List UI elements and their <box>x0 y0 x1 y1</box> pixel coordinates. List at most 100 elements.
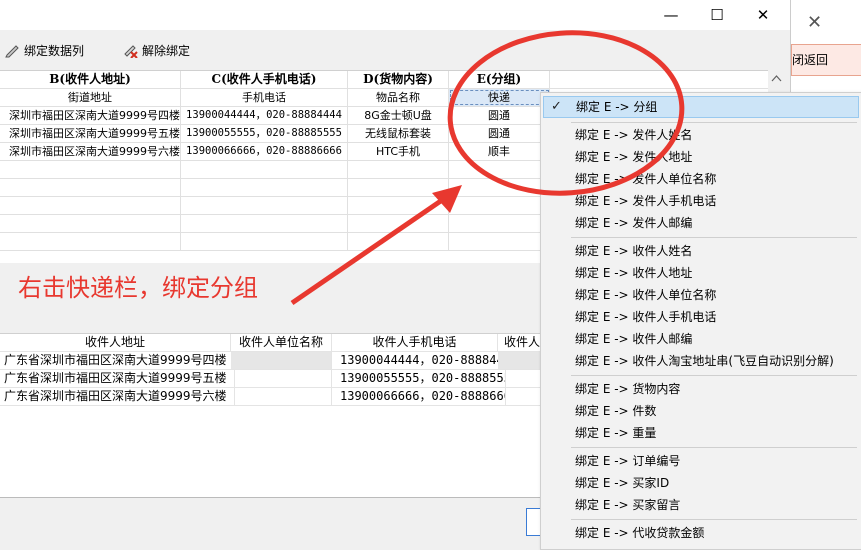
menu-separator <box>571 375 857 376</box>
menu-item-label: 绑定 E -> 件数 <box>575 404 657 418</box>
column-header-d[interactable]: D(货物内容) <box>348 71 449 88</box>
menu-item-label: 绑定 E -> 收件人手机电话 <box>575 310 717 324</box>
menu-item-label: 绑定 E -> 买家留言 <box>575 498 681 512</box>
goods-cell: HTC手机 <box>348 143 449 160</box>
bottom-panel <box>0 497 540 549</box>
menu-item-recipient-name[interactable]: 绑定 E -> 收件人姓名 <box>543 240 859 262</box>
pencil-icon <box>5 45 19 58</box>
binding-cell[interactable]: 物品名称 <box>348 89 449 106</box>
binding-cell[interactable]: 街道地址 <box>0 89 181 106</box>
recipient-grid[interactable]: 收件人地址 收件人单位名称 收件人手机电话 收件人 广东省深圳市福田区深南大道9… <box>0 333 547 498</box>
menu-item-label: 绑定 E -> 收件人邮编 <box>575 332 693 346</box>
menu-item-label: 绑定 E -> 收件人单位名称 <box>575 288 717 302</box>
phone-cell: 13900055555，020-88885555 <box>181 125 348 142</box>
unbind-icon <box>124 45 138 58</box>
phone-cell: 13900055555，020-88885555 <box>332 370 506 387</box>
menu-item-recipient-taobao-address[interactable]: 绑定 E -> 收件人淘宝地址串(飞豆自动识别分解) <box>543 350 859 372</box>
address-cell: 深圳市福田区深南大道9999号六楼 <box>0 143 181 160</box>
group-cell: 圆通 <box>449 107 550 124</box>
recipient-cell <box>498 388 541 405</box>
phone-cell: 13900044444，020-88884444 <box>181 107 348 124</box>
menu-item-sender-phone[interactable]: 绑定 E -> 发件人手机电话 <box>543 190 859 212</box>
minimize-icon[interactable]: — <box>648 0 694 30</box>
group-cell: 顺丰 <box>449 143 550 160</box>
bind-column-button[interactable]: 绑定数据列 <box>4 40 84 60</box>
annotation-text: 右击快递栏，绑定分组 <box>18 274 258 302</box>
menu-item-recipient-address[interactable]: 绑定 E -> 收件人地址 <box>543 262 859 284</box>
table-row[interactable]: 广东省深圳市福田区深南大道9999号五楼 13900055555，020-888… <box>0 370 541 388</box>
menu-item-group[interactable]: ✓ 绑定 E -> 分组 <box>543 96 859 118</box>
unbind-label: 解除绑定 <box>142 43 191 58</box>
address-cell: 深圳市福田区深南大道9999号五楼 <box>0 125 181 142</box>
address-cell: 广东省深圳市福田区深南大道9999号四楼 <box>0 352 235 369</box>
close-icon[interactable]: ✕ <box>807 12 822 33</box>
phone-cell: 13900044444，020-88884444 <box>332 352 506 369</box>
menu-item-label: 绑定 E -> 发件人单位名称 <box>575 172 717 186</box>
menu-item-sender-company[interactable]: 绑定 E -> 发件人单位名称 <box>543 168 859 190</box>
binding-cell[interactable]: 手机电话 <box>181 89 348 106</box>
menu-item-label: 绑定 E -> 收件人姓名 <box>575 244 693 258</box>
context-menu: ✓ 绑定 E -> 分组 绑定 E -> 发件人姓名 绑定 E -> 发件人地址… <box>540 92 861 550</box>
menu-item-quantity[interactable]: 绑定 E -> 件数 <box>543 400 859 422</box>
column-header-e[interactable]: E(分组) <box>449 71 550 88</box>
close-icon[interactable]: ✕ <box>740 0 786 30</box>
menu-item-label: 绑定 E -> 订单编号 <box>575 454 681 468</box>
toolbar: 绑定数据列 解除绑定 <box>0 30 790 70</box>
menu-item-label: 绑定 E -> 发件人姓名 <box>575 128 693 142</box>
menu-item-sender-name[interactable]: 绑定 E -> 发件人姓名 <box>543 124 859 146</box>
menu-item-weight[interactable]: 绑定 E -> 重量 <box>543 422 859 444</box>
menu-item-label: 绑定 E -> 分组 <box>576 100 658 114</box>
menu-item-goods[interactable]: 绑定 E -> 货物内容 <box>543 378 859 400</box>
column-header-b[interactable]: B(收件人地址) <box>0 71 181 88</box>
column-header-phone[interactable]: 收件人手机电话 <box>332 334 498 351</box>
scroll-up-icon[interactable] <box>768 70 785 87</box>
menu-item-buyer-message[interactable]: 绑定 E -> 买家留言 <box>543 494 859 516</box>
table-row[interactable]: 广东省深圳市福田区深南大道9999号六楼 13900066666，020-888… <box>0 388 541 406</box>
address-cell: 广东省深圳市福田区深南大道9999号六楼 <box>0 388 235 405</box>
menu-item-sender-address[interactable]: 绑定 E -> 发件人地址 <box>543 146 859 168</box>
checkmark-icon: ✓ <box>551 99 562 114</box>
menu-item-recipient-phone[interactable]: 绑定 E -> 收件人手机电话 <box>543 306 859 328</box>
menu-item-label: 绑定 E -> 代收贷款金额 <box>575 526 705 540</box>
menu-item-label: 绑定 E -> 重量 <box>575 426 657 440</box>
menu-item-order-number[interactable]: 绑定 E -> 订单编号 <box>543 450 859 472</box>
menu-item-recipient-zip[interactable]: 绑定 E -> 收件人邮编 <box>543 328 859 350</box>
background-window: ✕ 闭返回 <box>790 0 861 100</box>
company-cell <box>231 352 332 369</box>
goods-cell: 无线鼠标套装 <box>348 125 449 142</box>
table-row[interactable]: 广东省深圳市福田区深南大道9999号四楼 13900044444，020-888… <box>0 352 541 370</box>
menu-item-label: 绑定 E -> 发件人地址 <box>575 150 693 164</box>
unbind-button[interactable]: 解除绑定 <box>122 40 190 60</box>
window-titlebar: — ☐ ✕ <box>0 0 790 30</box>
column-header-address[interactable]: 收件人地址 <box>0 334 231 351</box>
menu-item-label: 绑定 E -> 买家ID <box>575 476 670 490</box>
menu-item-sender-zip[interactable]: 绑定 E -> 发件人邮编 <box>543 212 859 234</box>
address-cell: 广东省深圳市福田区深南大道9999号五楼 <box>0 370 235 387</box>
confirm-button[interactable] <box>526 508 541 536</box>
group-cell: 圆通 <box>449 125 550 142</box>
address-cell: 深圳市福田区深南大道9999号四楼 <box>0 107 181 124</box>
menu-item-label: 绑定 E -> 收件人地址 <box>575 266 693 280</box>
recipient-cell <box>498 370 541 387</box>
close-return-button[interactable]: 闭返回 <box>791 44 861 76</box>
menu-item-label: 绑定 E -> 货物内容 <box>575 382 681 396</box>
company-cell <box>231 388 332 405</box>
menu-item-label: 绑定 E -> 收件人淘宝地址串(飞豆自动识别分解) <box>575 354 834 368</box>
menu-separator <box>571 447 857 448</box>
maximize-icon[interactable]: ☐ <box>694 0 740 30</box>
menu-item-buyer-id[interactable]: 绑定 E -> 买家ID <box>543 472 859 494</box>
goods-cell: 8G金士顿U盘 <box>348 107 449 124</box>
menu-item-label: 绑定 E -> 发件人手机电话 <box>575 194 717 208</box>
column-header-row: B(收件人地址) C(收件人手机电话) D(货物内容) E(分组) <box>0 71 785 89</box>
company-cell <box>231 370 332 387</box>
column-header-company[interactable]: 收件人单位名称 <box>231 334 332 351</box>
menu-item-label: 绑定 E -> 发件人邮编 <box>575 216 693 230</box>
menu-item-cod-amount[interactable]: 绑定 E -> 代收贷款金额 <box>543 522 859 544</box>
menu-separator <box>571 122 857 123</box>
menu-separator <box>571 519 857 520</box>
binding-cell-express[interactable]: 快递 <box>449 89 550 106</box>
phone-cell: 13900066666，020-88886666 <box>181 143 348 160</box>
menu-item-recipient-company[interactable]: 绑定 E -> 收件人单位名称 <box>543 284 859 306</box>
column-header-c[interactable]: C(收件人手机电话) <box>181 71 348 88</box>
bind-column-label: 绑定数据列 <box>24 43 85 58</box>
